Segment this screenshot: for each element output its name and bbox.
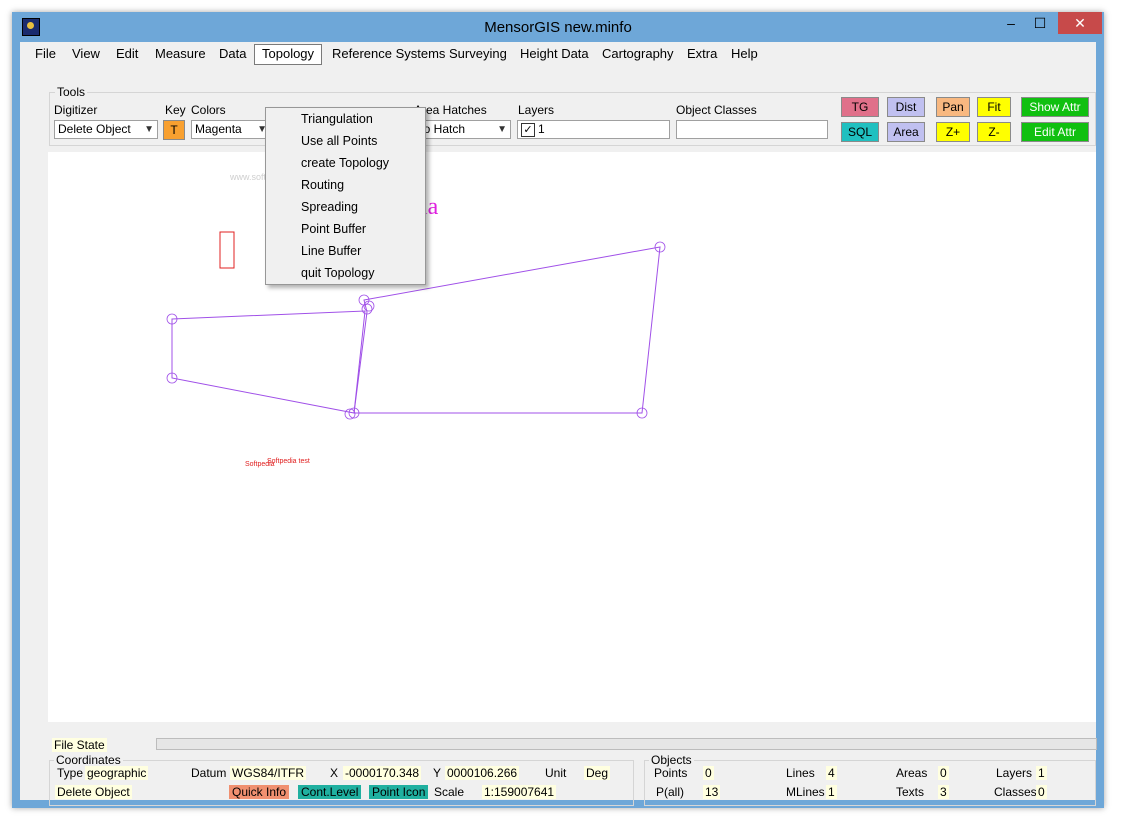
maximize-button[interactable]: ☐ (1029, 12, 1051, 34)
minimize-button[interactable]: – (1000, 12, 1022, 34)
menu-view[interactable]: View (72, 46, 100, 61)
object-classes-input[interactable] (676, 120, 828, 139)
tg-button[interactable]: TG (841, 97, 879, 117)
type-label: Type (57, 766, 84, 780)
cont-level-label[interactable]: Cont.Level (298, 785, 362, 799)
file-state-label: File State (52, 738, 107, 752)
datum-value: WGS84/ITFR (230, 766, 307, 780)
menu-topology[interactable]: Topology (254, 44, 323, 65)
map-drawing[interactable]: www.softpedia.com dia Softpedia (48, 152, 1096, 722)
dist-button[interactable]: Dist (887, 97, 925, 117)
edit-attr-button[interactable]: Edit Attr (1021, 122, 1089, 142)
softpedia-test-text[interactable]: Softpedia test (267, 458, 310, 465)
menu-item-use-all-points[interactable]: Use all Points (301, 134, 377, 148)
areas-label: Areas (896, 766, 928, 780)
x-label: X (330, 766, 339, 780)
layers-value: 1 (538, 122, 545, 136)
menu-height-data[interactable]: Height Data (520, 46, 589, 61)
objects-group-title: Objects (649, 753, 694, 767)
menu-measure[interactable]: Measure (155, 46, 206, 61)
menu-item-triangulation[interactable]: Triangulation (301, 112, 373, 126)
title-bar[interactable]: MensorGIS new.minfo – ☐ ✕ (12, 12, 1104, 42)
client-area: File View Edit Measure Data Topology Ref… (20, 42, 1097, 806)
sql-button[interactable]: SQL (841, 122, 879, 142)
colors-select[interactable]: Magenta ▼ (191, 120, 271, 139)
topology-dropdown-menu: Triangulation Use all Points create Topo… (265, 107, 426, 285)
menu-extra[interactable]: Extra (687, 46, 717, 61)
points-value: 0 (703, 766, 714, 780)
colors-label: Colors (191, 103, 226, 117)
zoom-out-button[interactable]: Z- (977, 122, 1011, 142)
coordinates-group-title: Coordinates (54, 753, 123, 767)
texts-value: 3 (938, 785, 949, 799)
areas-value: 0 (938, 766, 949, 780)
unit-label: Unit (545, 766, 567, 780)
menu-item-create-topology[interactable]: create Topology (301, 156, 389, 170)
menu-item-line-buffer[interactable]: Line Buffer (301, 244, 361, 258)
colors-value: Magenta (195, 122, 242, 136)
menu-edit[interactable]: Edit (116, 46, 138, 61)
quick-info-label[interactable]: Quick Info (229, 785, 290, 799)
menu-item-point-buffer[interactable]: Point Buffer (301, 222, 366, 236)
mode-value: Delete Object (55, 785, 132, 799)
polygon-left[interactable] (171, 310, 366, 414)
menu-surveying[interactable]: Surveying (449, 46, 507, 61)
tools-group-title: Tools (55, 85, 88, 99)
area-hatches-select[interactable]: no Hatch ▼ (413, 120, 511, 139)
digitizer-label: Digitizer (54, 103, 98, 117)
objects-layers-value: 1 (1036, 766, 1047, 780)
scale-label: Scale (434, 785, 465, 799)
pan-button[interactable]: Pan (936, 97, 970, 117)
lines-value: 4 (826, 766, 837, 780)
fit-button[interactable]: Fit (977, 97, 1011, 117)
selection-rectangle[interactable] (219, 231, 235, 269)
y-label: Y (433, 766, 442, 780)
menu-item-quit-topology[interactable]: quit Topology (301, 266, 374, 280)
classes-label: Classes (994, 785, 1037, 799)
close-button[interactable]: ✕ (1058, 12, 1102, 34)
menu-help[interactable]: Help (731, 46, 758, 61)
points-label: Points (654, 766, 688, 780)
menu-bar: File View Edit Measure Data Topology Ref… (20, 42, 1096, 66)
chevron-down-icon: ▼ (497, 124, 507, 135)
pall-value: 13 (703, 785, 721, 799)
layer-checkbox[interactable]: ✓ (521, 123, 535, 137)
texts-label: Texts (896, 785, 925, 799)
object-classes-label: Object Classes (676, 103, 757, 117)
classes-value: 0 (1036, 785, 1047, 799)
area-button[interactable]: Area (887, 122, 925, 142)
menu-file[interactable]: File (35, 46, 56, 61)
mlines-label: MLines (786, 785, 825, 799)
key-button[interactable]: T (163, 120, 185, 140)
mlines-value: 1 (826, 785, 837, 799)
zoom-in-button[interactable]: Z+ (936, 122, 970, 142)
chevron-down-icon: ▼ (144, 124, 154, 135)
menu-cartography[interactable]: Cartography (602, 46, 674, 61)
unit-value: Deg (584, 766, 611, 780)
scale-value: 1:159007641 (482, 785, 557, 799)
layers-label: Layers (518, 103, 555, 117)
point-icon-label[interactable]: Point Icon (369, 785, 429, 799)
datum-label: Datum (191, 766, 227, 780)
type-value: geographic (85, 766, 149, 780)
app-window: MensorGIS new.minfo – ☐ ✕ File View Edit… (12, 12, 1104, 808)
pall-label: P(all) (656, 785, 685, 799)
show-attr-button[interactable]: Show Attr (1021, 97, 1089, 117)
key-label: Key (165, 103, 186, 117)
digitizer-select[interactable]: Delete Object ▼ (54, 120, 158, 139)
menu-item-spreading[interactable]: Spreading (301, 200, 358, 214)
lines-label: Lines (786, 766, 815, 780)
window-title: MensorGIS new.minfo (484, 19, 632, 36)
file-state-progress-bar (156, 738, 1097, 750)
menu-item-routing[interactable]: Routing (301, 178, 344, 192)
digitizer-value: Delete Object (58, 122, 131, 136)
menu-data[interactable]: Data (219, 46, 246, 61)
objects-layers-label: Layers (996, 766, 1033, 780)
map-canvas[interactable]: www.softpedia.com dia Softpedia (48, 152, 1096, 722)
y-value: 0000106.266 (445, 766, 520, 780)
menu-reference-systems[interactable]: Reference Systems (332, 46, 445, 61)
layers-input[interactable]: ✓ 1 (517, 120, 670, 139)
x-value: -0000170.348 (343, 766, 422, 780)
